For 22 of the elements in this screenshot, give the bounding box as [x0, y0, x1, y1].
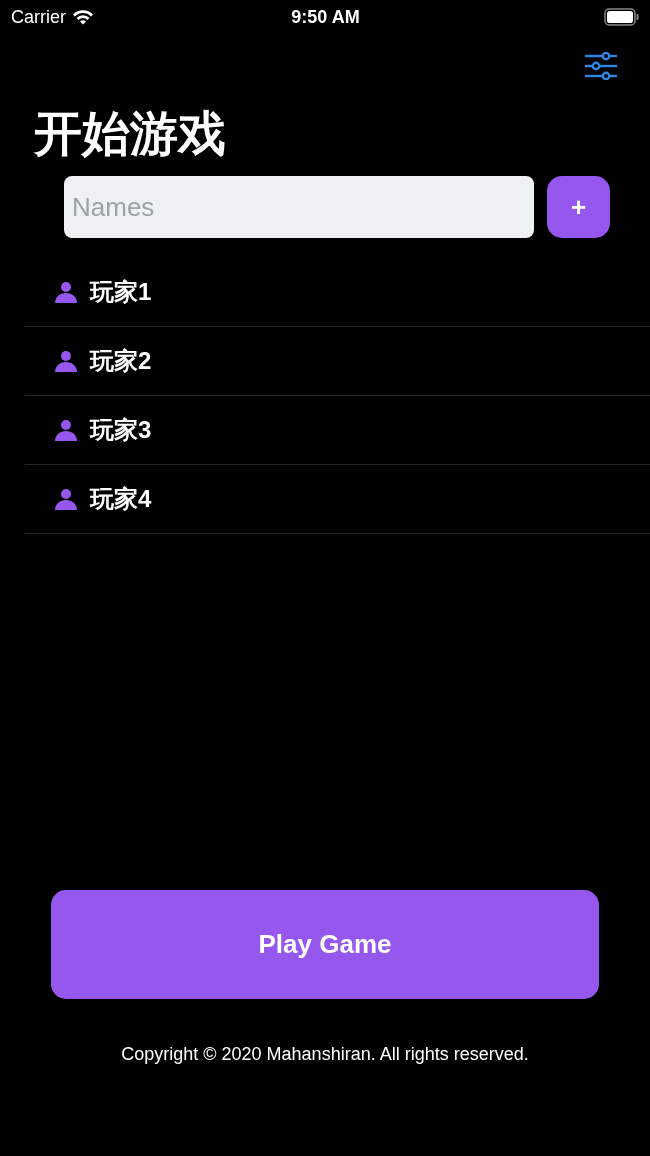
- player-name: 玩家3: [90, 415, 152, 445]
- copyright-text: Copyright © 2020 Mahanshiran. All rights reserved.: [120, 1044, 530, 1066]
- play-game-button[interactable]: Play Game: [51, 890, 599, 999]
- name-input-field[interactable]: Names: [64, 176, 534, 238]
- player-row[interactable]: 玩家1: [25, 258, 650, 327]
- battery-icon: [604, 8, 640, 26]
- add-button[interactable]: +: [547, 176, 610, 238]
- person-icon: [54, 349, 78, 373]
- wifi-icon: [72, 9, 94, 25]
- carrier-label: Carrier: [11, 6, 66, 28]
- player-row[interactable]: 玩家3: [25, 396, 650, 465]
- player-row[interactable]: 玩家2: [25, 327, 650, 396]
- player-name: 玩家1: [90, 277, 152, 307]
- person-icon: [54, 418, 78, 442]
- clock-time: 9:50 AM: [291, 6, 360, 28]
- person-icon: [54, 487, 78, 511]
- player-name: 玩家4: [90, 484, 152, 514]
- page-title: 开始游戏: [34, 106, 227, 162]
- player-row[interactable]: 玩家4: [25, 465, 650, 534]
- person-icon: [54, 280, 78, 304]
- player-name: 玩家2: [90, 346, 152, 376]
- settings-icon[interactable]: [584, 52, 618, 80]
